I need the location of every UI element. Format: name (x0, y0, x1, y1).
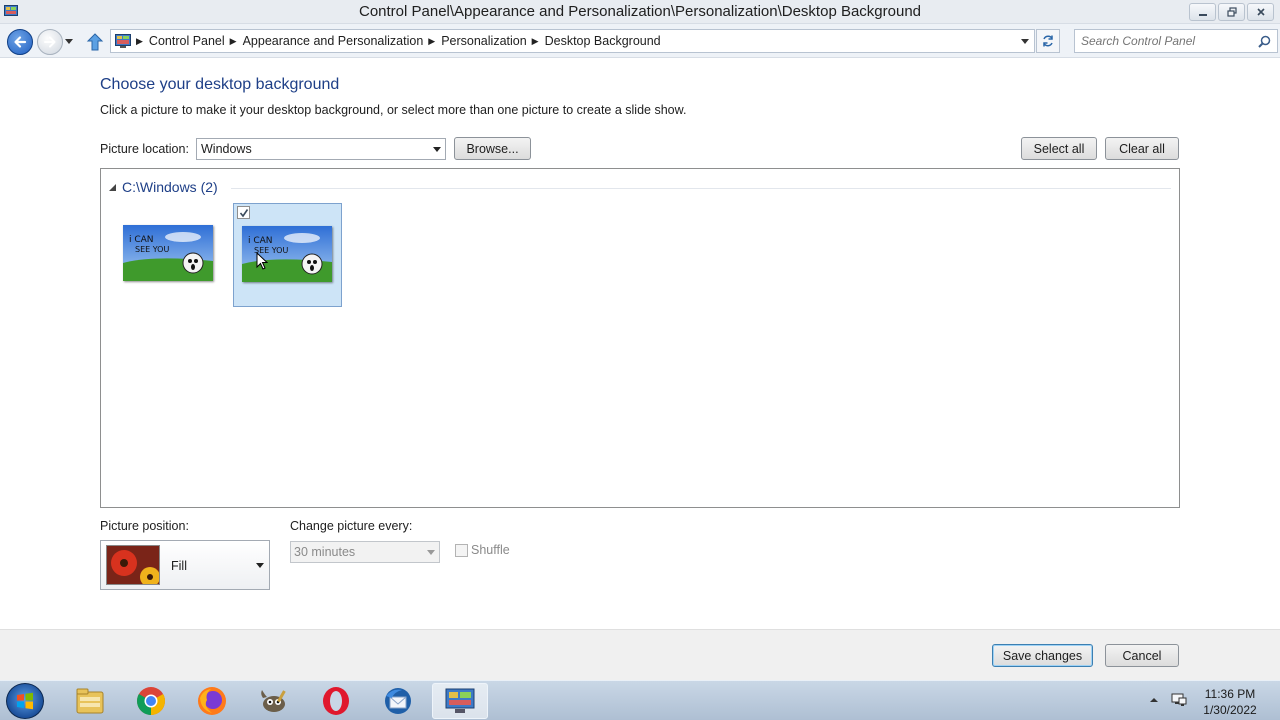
picture-location-select[interactable]: Windows (196, 138, 446, 160)
minimize-icon (1198, 14, 1207, 16)
chevron-down-icon (433, 147, 441, 152)
refresh-button[interactable] (1036, 29, 1060, 53)
windows-logo-icon (17, 692, 33, 710)
breadcrumb-desktop-background[interactable]: Desktop Background (545, 34, 661, 48)
address-toolbar: ▶ Control Panel ▶ Appearance and Persona… (0, 24, 1280, 58)
chevron-down-icon (65, 39, 73, 44)
search-box[interactable] (1074, 29, 1278, 53)
restore-button[interactable] (1218, 3, 1245, 21)
tile-checkbox[interactable] (237, 206, 250, 219)
wallpaper-thumbnail: i CAN SEE YOU (123, 225, 213, 281)
breadcrumb-personalization[interactable]: Personalization (441, 34, 526, 48)
up-arrow-icon[interactable] (86, 32, 104, 52)
collapse-triangle-icon (109, 183, 116, 191)
svg-text:SEE YOU: SEE YOU (135, 245, 169, 254)
mouse-cursor-icon (256, 252, 268, 270)
breadcrumb[interactable]: ▶ Control Panel ▶ Appearance and Persona… (110, 29, 1035, 53)
shuffle-checkbox[interactable]: Shuffle (455, 543, 510, 557)
chevron-down-icon (256, 563, 264, 568)
cancel-button[interactable]: Cancel (1105, 644, 1179, 667)
gallery-group-title: C:\Windows (2) (122, 179, 218, 195)
forward-arrow-icon (44, 36, 56, 48)
taskbar-thunderbird[interactable] (370, 683, 426, 719)
search-input[interactable] (1081, 33, 1251, 49)
recent-pages-dropdown[interactable] (64, 37, 74, 47)
page-description: Click a picture to make it your desktop … (100, 103, 687, 117)
taskbar-gimp[interactable] (246, 683, 302, 719)
minimize-button[interactable] (1189, 3, 1216, 21)
svg-text:i CAN: i CAN (129, 235, 154, 245)
breadcrumb-separator-icon[interactable]: ▶ (428, 36, 435, 47)
taskbar-opera[interactable] (308, 683, 364, 719)
firefox-icon (198, 687, 226, 715)
address-history-dropdown-icon[interactable] (1021, 37, 1029, 45)
restore-icon (1226, 7, 1237, 17)
window-title: Control Panel\Appearance and Personaliza… (358, 3, 922, 20)
clock-time: 11:36 PM (1204, 687, 1256, 701)
checkmark-icon (239, 208, 248, 217)
start-button[interactable] (6, 683, 44, 719)
chrome-icon (137, 687, 165, 715)
change-interval-select[interactable]: 30 minutes (290, 541, 440, 563)
title-bar: Control Panel\Appearance and Personaliza… (0, 0, 1280, 24)
system-clock[interactable]: 11:36 PM 1/30/2022 (1196, 686, 1264, 718)
shuffle-checkbox-box[interactable] (455, 543, 468, 557)
opera-icon (323, 687, 349, 715)
chevron-down-icon (427, 550, 435, 555)
picture-position-value: Fill (171, 559, 187, 573)
show-hidden-icons-icon[interactable] (1148, 694, 1160, 706)
taskbar-chrome[interactable] (123, 683, 179, 719)
breadcrumb-appearance-personalization[interactable]: Appearance and Personalization (243, 34, 424, 48)
picture-position-select[interactable]: Fill (100, 540, 270, 590)
refresh-icon (1043, 35, 1053, 47)
picture-gallery: C:\Windows (2) i CAN SEE YOU i CAN SEE Y… (100, 168, 1180, 508)
gallery-group-header[interactable]: C:\Windows (2) (109, 179, 218, 195)
network-icon[interactable] (1170, 691, 1188, 709)
breadcrumb-control-panel[interactable]: Control Panel (149, 34, 225, 48)
change-picture-label: Change picture every: (290, 519, 413, 533)
clear-all-button[interactable]: Clear all (1105, 137, 1179, 160)
clock-date: 1/30/2022 (1203, 703, 1257, 717)
shuffle-label: Shuffle (471, 543, 510, 557)
wallpaper-tile-selected[interactable]: i CAN SEE YOU (233, 203, 342, 307)
taskbar: 11:36 PM 1/30/2022 (0, 680, 1280, 720)
back-button[interactable] (7, 29, 33, 55)
group-divider (231, 188, 1171, 189)
picture-location-value: Windows (201, 142, 252, 156)
svg-text:i CAN: i CAN (248, 236, 273, 246)
page-heading: Choose your desktop background (100, 76, 340, 93)
control-panel-icon (445, 688, 475, 713)
thunderbird-icon (385, 688, 411, 714)
flower-preview-icon (106, 545, 160, 585)
close-button[interactable] (1247, 3, 1274, 21)
picture-location-label: Picture location: (100, 142, 189, 156)
close-icon (1256, 8, 1265, 16)
taskbar-control-panel[interactable] (432, 683, 488, 719)
taskbar-firefox[interactable] (184, 683, 240, 719)
picture-position-label: Picture position: (100, 519, 189, 533)
file-explorer-icon (76, 688, 104, 714)
gimp-icon (261, 690, 286, 712)
save-changes-button[interactable]: Save changes (992, 644, 1093, 667)
breadcrumb-separator-icon[interactable]: ▶ (136, 36, 143, 47)
change-interval-value: 30 minutes (294, 545, 356, 559)
breadcrumb-separator-icon[interactable]: ▶ (230, 36, 237, 47)
forward-button[interactable] (37, 29, 63, 55)
back-arrow-icon (14, 36, 27, 48)
search-icon[interactable] (1258, 35, 1271, 48)
taskbar-file-explorer[interactable] (62, 683, 118, 719)
breadcrumb-separator-icon[interactable]: ▶ (532, 36, 539, 47)
browse-button[interactable]: Browse... (454, 137, 531, 160)
select-all-button[interactable]: Select all (1021, 137, 1097, 160)
control-panel-icon (115, 34, 131, 48)
wallpaper-tile[interactable]: i CAN SEE YOU (115, 203, 224, 307)
